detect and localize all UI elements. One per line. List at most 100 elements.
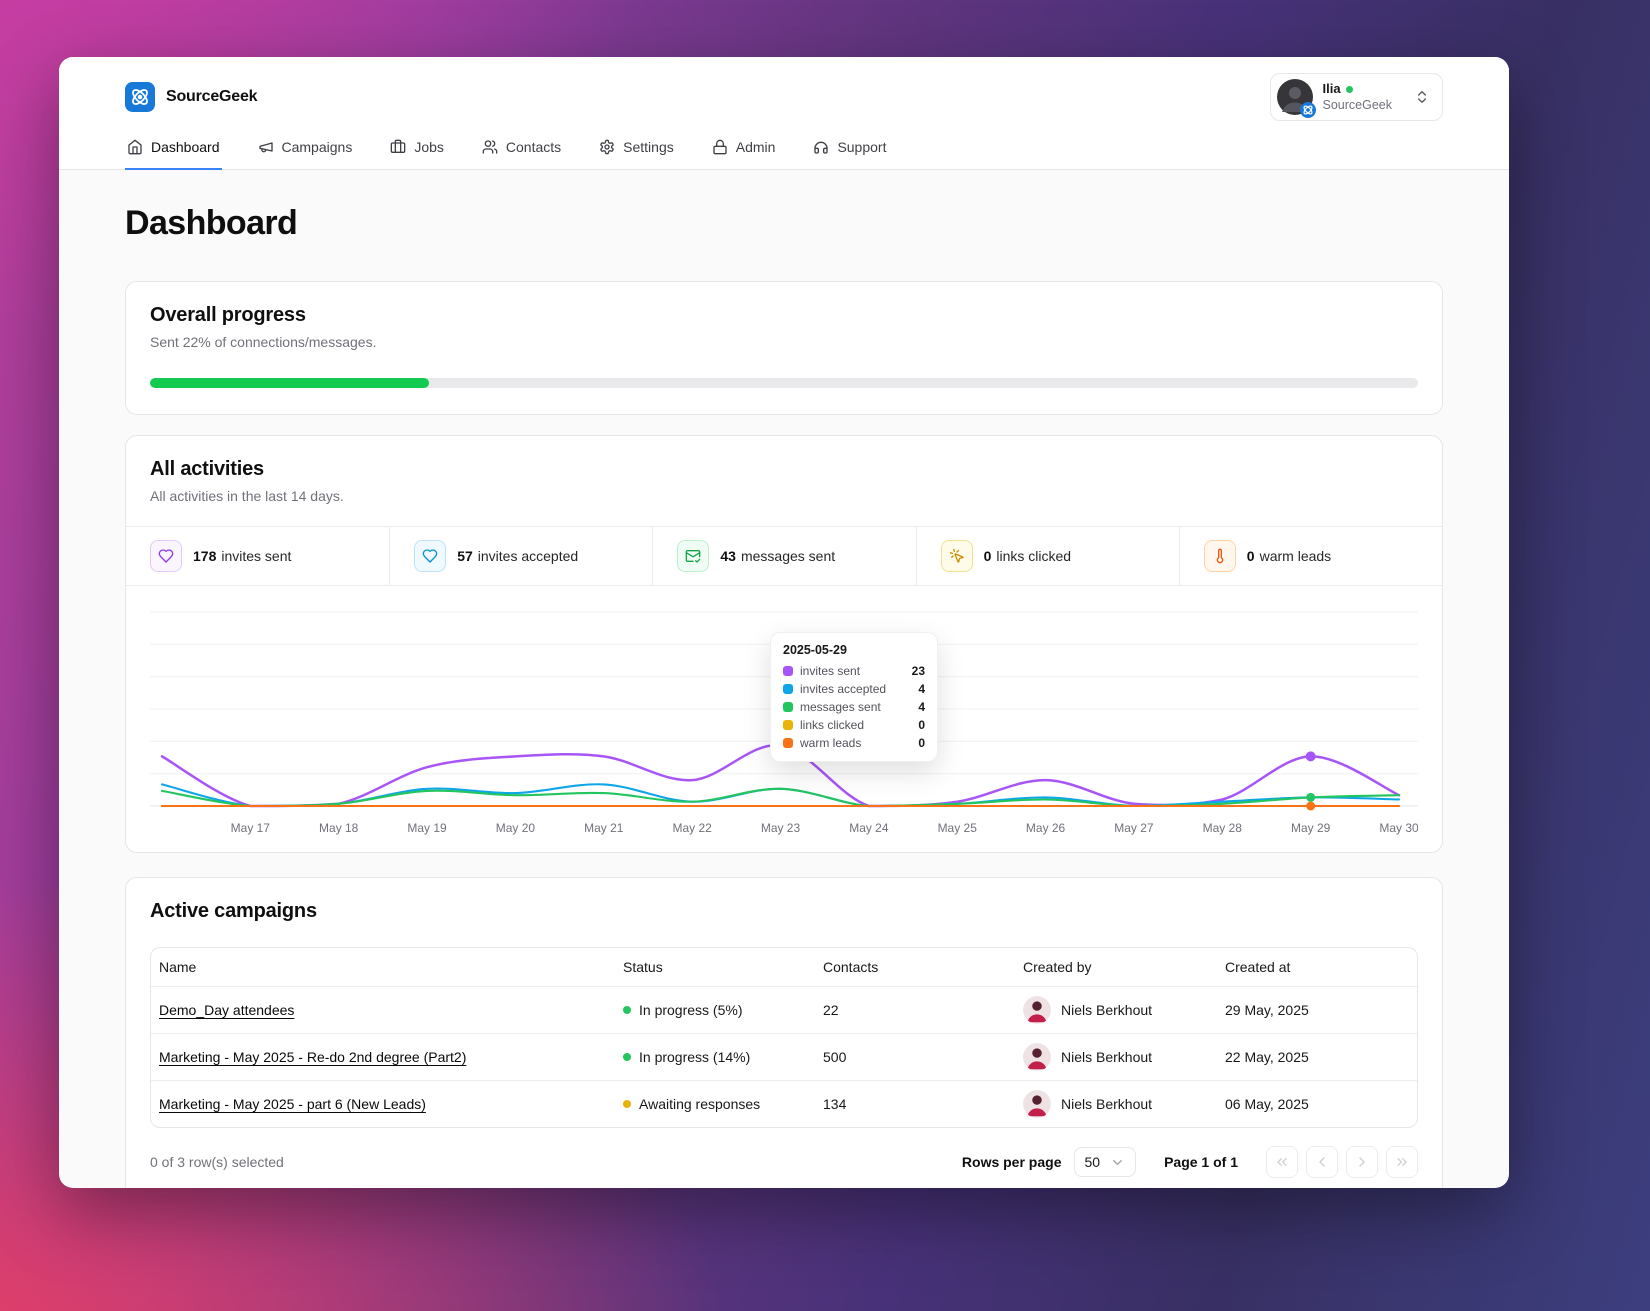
x-tick-label: May 21	[584, 821, 624, 835]
chevron-right-icon	[1359, 1157, 1365, 1167]
table-row[interactable]: Demo_Day attendees In progress (5%) 22 Niel…	[151, 986, 1417, 1033]
tooltip-series-label: messages sent	[800, 700, 881, 714]
account-switcher[interactable]: Ilia SourceGeek	[1269, 73, 1443, 121]
progress-bar	[150, 378, 1418, 388]
briefcase-icon	[390, 139, 406, 153]
campaign-link[interactable]: Demo_Day attendees	[159, 1002, 294, 1018]
stat-value: 178	[193, 548, 217, 564]
stat-text: 178 invites sent	[193, 548, 291, 564]
users-icon	[482, 140, 498, 154]
activities-chart[interactable]: May 17 May 18 May 19 May 20 May 21 May 22 May …	[126, 586, 1442, 852]
name-cell: Marketing - May 2025 - Re-do 2nd degree …	[151, 1040, 615, 1074]
campaign-link[interactable]: Marketing - May 2025 - part 6 (New Leads…	[159, 1096, 426, 1112]
stat-warm-leads: 0 warm leads	[1178, 527, 1442, 585]
x-tick-label: May 18	[319, 821, 359, 835]
tab-label: Contacts	[505, 139, 562, 155]
creator-avatar	[1023, 1043, 1051, 1071]
tab-admin[interactable]: Admin	[710, 129, 778, 170]
x-tick-label: May 23	[761, 821, 801, 835]
lock-icon	[713, 139, 727, 155]
stat-label: invites accepted	[477, 548, 579, 564]
pointer-click-icon	[940, 540, 973, 572]
tab-support[interactable]: Support	[811, 129, 888, 170]
tab-settings[interactable]: Settings	[597, 129, 676, 170]
overall-progress-title: Overall progress	[150, 304, 306, 326]
x-tick-label: May 30	[1379, 821, 1418, 835]
stat-value: 57	[457, 548, 473, 564]
page-info: Page 1 of 1	[1164, 1154, 1238, 1170]
sourcegeek-logo	[125, 82, 155, 112]
chevrons-up-down-icon	[1414, 89, 1430, 105]
chevron-down-icon	[1110, 1155, 1125, 1170]
first-page-button[interactable]	[1266, 1146, 1298, 1178]
tooltip-row: invites sent 23	[783, 664, 925, 678]
brand: SourceGeek	[125, 82, 258, 112]
prev-page-button[interactable]	[1306, 1146, 1338, 1178]
all-activities-card: All activities All activities in the las…	[125, 435, 1443, 853]
status-label: In progress (5%)	[639, 1002, 743, 1018]
campaign-link[interactable]: Marketing - May 2025 - Re-do 2nd degree …	[159, 1049, 466, 1065]
tab-label: Support	[837, 139, 887, 155]
tab-campaigns[interactable]: Campaigns	[256, 129, 355, 170]
contacts-cell: 22	[823, 1002, 839, 1018]
status-cell: In progress (5%)	[615, 993, 815, 1027]
overall-progress-subtitle: Sent 22% of connections/messages.	[150, 334, 377, 350]
table-header-row: Name Status Contacts Created by Created …	[151, 948, 1417, 986]
next-page-button[interactable]	[1346, 1146, 1378, 1178]
series-line-messages-sent	[160, 787, 1401, 808]
heart-icon	[150, 540, 182, 572]
top-bar: SourceGeek Ilia SourceGeek Dashboard Camp…	[59, 57, 1509, 170]
headset-icon	[814, 141, 829, 154]
page-title: Dashboard	[125, 204, 298, 242]
heart-icon	[422, 549, 438, 563]
tooltip-series-value: 0	[918, 736, 925, 750]
tab-dashboard[interactable]: Dashboard	[125, 129, 222, 170]
tab-jobs[interactable]: Jobs	[388, 129, 446, 170]
user-name: Ilia	[1322, 81, 1341, 97]
highlight-dot-warm-leads	[1306, 801, 1316, 811]
heart-icon	[158, 549, 174, 563]
creator-name: Niels Berkhout	[1061, 1002, 1153, 1018]
created-by-cell: Niels Berkhout	[1015, 987, 1217, 1033]
chevrons-up-down-icon	[1418, 91, 1426, 103]
series-swatch	[783, 738, 793, 748]
name-cell: Marketing - May 2025 - part 6 (New Leads…	[151, 1087, 615, 1121]
tab-contacts[interactable]: Contacts	[480, 129, 563, 170]
x-tick-label: May 25	[938, 821, 978, 835]
stat-text: 0 links clicked	[984, 548, 1072, 564]
mail-check-icon	[677, 540, 710, 572]
name-cell: Demo_Day attendees	[151, 993, 615, 1027]
status-dot	[623, 1053, 631, 1061]
table-row[interactable]: Marketing - May 2025 - Re-do 2nd degree …	[151, 1033, 1417, 1080]
created-at-cell: 22 May, 2025	[1225, 1049, 1309, 1065]
series-swatch	[783, 702, 793, 712]
created-at-cell: 29 May, 2025	[1225, 1002, 1309, 1018]
user-avatar	[1276, 79, 1316, 118]
last-page-button[interactable]	[1386, 1146, 1418, 1178]
table-row[interactable]: Marketing - May 2025 - part 6 (New Leads…	[151, 1080, 1417, 1127]
nav-tabs: Dashboard Campaigns Jobs Contacts Settings Ad…	[125, 129, 1443, 170]
column-header-status: Status	[623, 959, 663, 975]
pointer-click-icon	[949, 548, 964, 563]
stat-value: 0	[983, 548, 992, 564]
creator-avatar	[1023, 996, 1051, 1024]
column-header-created-at: Created at	[1225, 959, 1291, 975]
campaigns-table: Name Status Contacts Created by Created …	[150, 947, 1418, 1128]
status-cell: Awaiting responses	[615, 1087, 815, 1121]
status-dot	[623, 1100, 631, 1108]
stat-invites-accepted: 57 invites accepted	[389, 527, 652, 585]
column-header-name: Name	[159, 959, 197, 975]
status-dot	[623, 1006, 631, 1014]
tab-label: Campaigns	[281, 139, 353, 155]
heart-icon	[414, 540, 447, 572]
pagination	[1266, 1146, 1418, 1178]
highlight-dot-messages-sent	[1306, 793, 1316, 802]
chevrons-left-icon	[1277, 1158, 1287, 1166]
tooltip-row: messages sent 4	[783, 700, 925, 714]
tooltip-row: invites accepted 4	[783, 682, 925, 696]
tooltip-row: warm leads 0	[783, 736, 925, 750]
x-tick-label: May 29	[1291, 821, 1331, 835]
rows-per-page-select[interactable]: 50	[1073, 1147, 1137, 1177]
stat-label: links clicked	[996, 548, 1072, 564]
creator-name: Niels Berkhout	[1061, 1049, 1153, 1065]
